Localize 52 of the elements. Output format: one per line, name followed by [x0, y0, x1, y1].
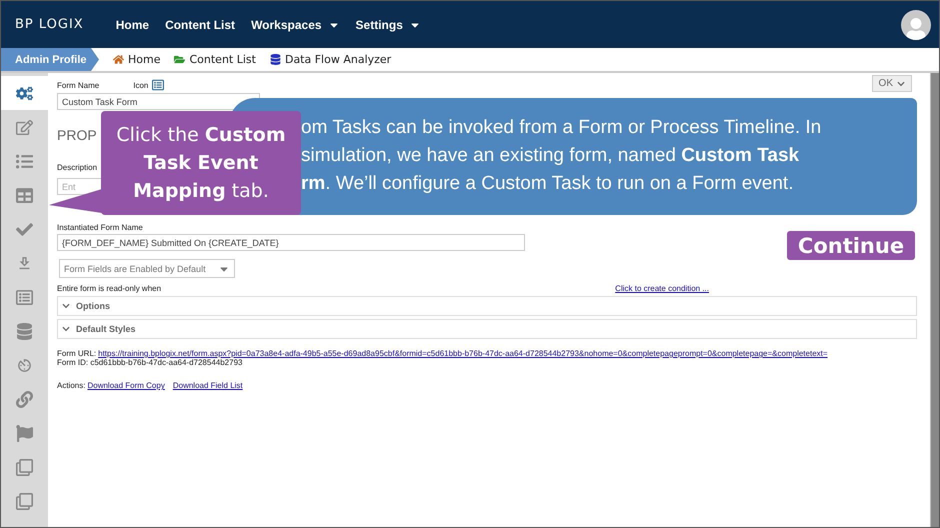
- field-label: Form Name: [57, 80, 100, 90]
- table-icon: [16, 186, 33, 204]
- database-icon: [16, 322, 33, 340]
- ok-button[interactable]: OK: [872, 75, 912, 92]
- section-heading: PROP: [57, 127, 97, 143]
- form-icon[interactable]: [152, 79, 164, 91]
- fields-dropdown[interactable]: Form Fields are Enabled by Default: [59, 259, 235, 278]
- chevron-down-icon: [897, 80, 905, 88]
- logo: BP LOGIX: [15, 17, 84, 32]
- continue-button[interactable]: Continue: [787, 231, 915, 260]
- check-icon: [16, 220, 33, 238]
- nav-link[interactable]: Settings: [356, 18, 421, 32]
- nav-link[interactable]: Workspaces: [251, 18, 340, 32]
- instantiated-name-field[interactable]: {FORM_DEF_NAME} Submitted On {CREATE_DATE}: [57, 234, 525, 251]
- action-link[interactable]: Download Field List: [172, 381, 243, 390]
- nav-link[interactable]: Home: [116, 18, 150, 32]
- condition-link[interactable]: Click to create condition ...: [615, 284, 709, 293]
- field-label: Actions:: [57, 381, 86, 390]
- list-icon: [16, 152, 33, 170]
- field-label: Entire form is read-only when: [57, 284, 162, 293]
- field-label: Instantiated Form Name: [57, 223, 143, 232]
- field-label: Form URL:: [57, 349, 96, 358]
- form-name-field[interactable]: Custom Task Form: [57, 93, 260, 110]
- gears-icon: [16, 84, 33, 102]
- avatar-icon[interactable]: [901, 10, 931, 40]
- copy-icon: [16, 492, 33, 510]
- house-icon: [113, 54, 124, 65]
- chevron-down-icon: [62, 302, 70, 310]
- nav-link[interactable]: Content List: [165, 18, 236, 32]
- edit-icon: [16, 118, 33, 136]
- flag-icon: [16, 424, 33, 442]
- field-label: Icon: [133, 80, 148, 90]
- breadcrumb-link[interactable]: Content List: [174, 53, 256, 66]
- sidebar-tab[interactable]: [1, 76, 48, 110]
- timer-icon: [16, 356, 33, 374]
- collapsible-section[interactable]: Options: [57, 296, 917, 316]
- form-id-text: Form ID: c5d61bbb-b76b-47dc-aa64-d728544b2793: [57, 358, 242, 367]
- hint-callout: Click the Custom Task Event Mapping tab.: [101, 111, 301, 215]
- action-link[interactable]: Download Form Copy: [87, 381, 165, 390]
- breadcrumb-link[interactable]: Data Flow Analyzer: [270, 53, 392, 66]
- callout-pointer: [49, 189, 102, 213]
- form-url-link[interactable]: https://training.bplogix.net/form.aspx?pid=0a73a8e4-adfa-49b5-a55e-d69ad8a95cbf&formid=c5d61bbb-b76b-47dc-aa64-d728544b2793&nohome=0&completepageprompt=0&completepage=&completetext=: [98, 349, 828, 358]
- breadcrumb-link[interactable]: Home: [113, 53, 160, 66]
- link-icon: [16, 390, 33, 408]
- copy-icon: [16, 458, 33, 476]
- field-label: Description: [57, 163, 98, 172]
- stack-icon: [270, 54, 281, 65]
- chevron-down-icon: [62, 325, 70, 333]
- scrollbar[interactable]: [930, 73, 939, 527]
- collapsible-section[interactable]: Default Styles: [57, 319, 917, 339]
- list-icon: [16, 288, 33, 306]
- folder-icon: [174, 54, 186, 65]
